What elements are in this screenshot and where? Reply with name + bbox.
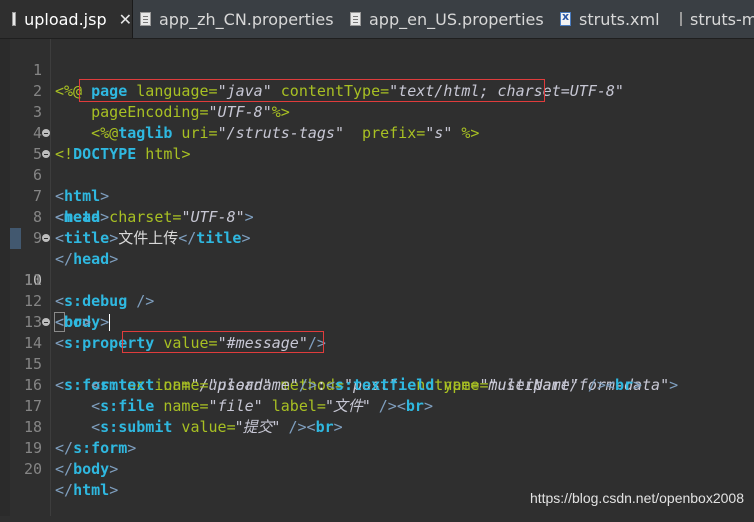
tag-name: html: [73, 481, 110, 499]
properties-file-icon: [140, 12, 151, 26]
code-line[interactable]: 13 <s:property value="#message"/>: [0, 291, 754, 352]
tab-label: upload.jsp: [24, 9, 107, 29]
code-line[interactable]: 6 <head>: [0, 144, 754, 226]
tag-bracket: >: [109, 460, 119, 478]
close-tab-icon[interactable]: ✕: [119, 10, 132, 29]
code-line[interactable]: 1 <%@ page language="java" contentType="…: [0, 39, 754, 100]
editor-tab-bar: upload.jsp ✕ app_zh_CN.properties app_en…: [0, 0, 754, 39]
tab-label: struts-m: [690, 9, 754, 29]
code-line[interactable]: 15 <s:text name="username"/>:<s:textfiel…: [0, 333, 754, 394]
tab-app-en-us-properties[interactable]: app_en_US.properties: [350, 0, 550, 38]
tag-bracket: </: [55, 481, 74, 499]
tab-label: app_en_US.properties: [369, 9, 544, 29]
watermark-text: https://blog.csdn.net/openbox2008: [529, 490, 744, 506]
tab-struts-m[interactable]: struts-m: [680, 0, 754, 38]
tag-bracket: >: [109, 481, 119, 499]
code-line[interactable]: 17 <s:submit value="提交" /><br>: [0, 375, 754, 436]
tab-label: app_zh_CN.properties: [159, 9, 334, 29]
code-line[interactable]: 16 <s:file name="file" label="文件" /><br>: [0, 354, 754, 415]
code-line[interactable]: 18 </s:form>: [0, 396, 754, 457]
code-line[interactable]: 3 <%@taglib uri="/struts-tags" prefix="s…: [0, 81, 754, 142]
fold-toggle-icon[interactable]: [42, 234, 50, 242]
jsp-file-icon: [12, 12, 17, 26]
code-line[interactable]: 8 <title>文件上传</title>: [0, 186, 754, 247]
current-line-marker: [10, 228, 21, 249]
code-line-current[interactable]: 10 <body>: [0, 228, 754, 332]
tab-upload-jsp[interactable]: upload.jsp ✕: [0, 0, 133, 38]
code-line[interactable]: 14 <s:form action="/upload" method="post…: [0, 312, 754, 394]
tag-name: body: [73, 460, 110, 478]
code-line[interactable]: 19 </body>: [0, 417, 754, 478]
file-icon: [680, 12, 682, 26]
code-line[interactable]: 9 </head>: [0, 207, 754, 268]
code-line[interactable]: 4 <!DOCTYPE html>: [0, 102, 754, 163]
code-editor[interactable]: 1 <%@ page language="java" contentType="…: [0, 39, 754, 516]
code-line[interactable]: 2 pageEncoding="UTF-8"%>: [0, 60, 754, 121]
fold-toggle-icon[interactable]: [42, 129, 50, 137]
code-line[interactable]: 5 <html>: [0, 123, 754, 205]
xml-file-icon: [560, 10, 571, 26]
fold-toggle-icon[interactable]: [42, 318, 50, 326]
tab-struts-xml[interactable]: struts.xml: [560, 0, 670, 38]
tag-bracket: </: [55, 460, 74, 478]
code-line[interactable]: 20 </html>: [0, 438, 754, 499]
code-line[interactable]: 11 <s:debug />: [0, 249, 754, 310]
fold-toggle-icon[interactable]: [42, 150, 50, 158]
code-line[interactable]: 12 <br>: [0, 270, 754, 331]
tab-label: struts.xml: [579, 9, 660, 29]
line-number: 20: [23, 460, 42, 478]
tab-app-zh-cn-properties[interactable]: app_zh_CN.properties: [140, 0, 345, 38]
properties-file-icon: [350, 12, 361, 26]
code-line[interactable]: 7 <meta charset="UTF-8">: [0, 165, 754, 226]
